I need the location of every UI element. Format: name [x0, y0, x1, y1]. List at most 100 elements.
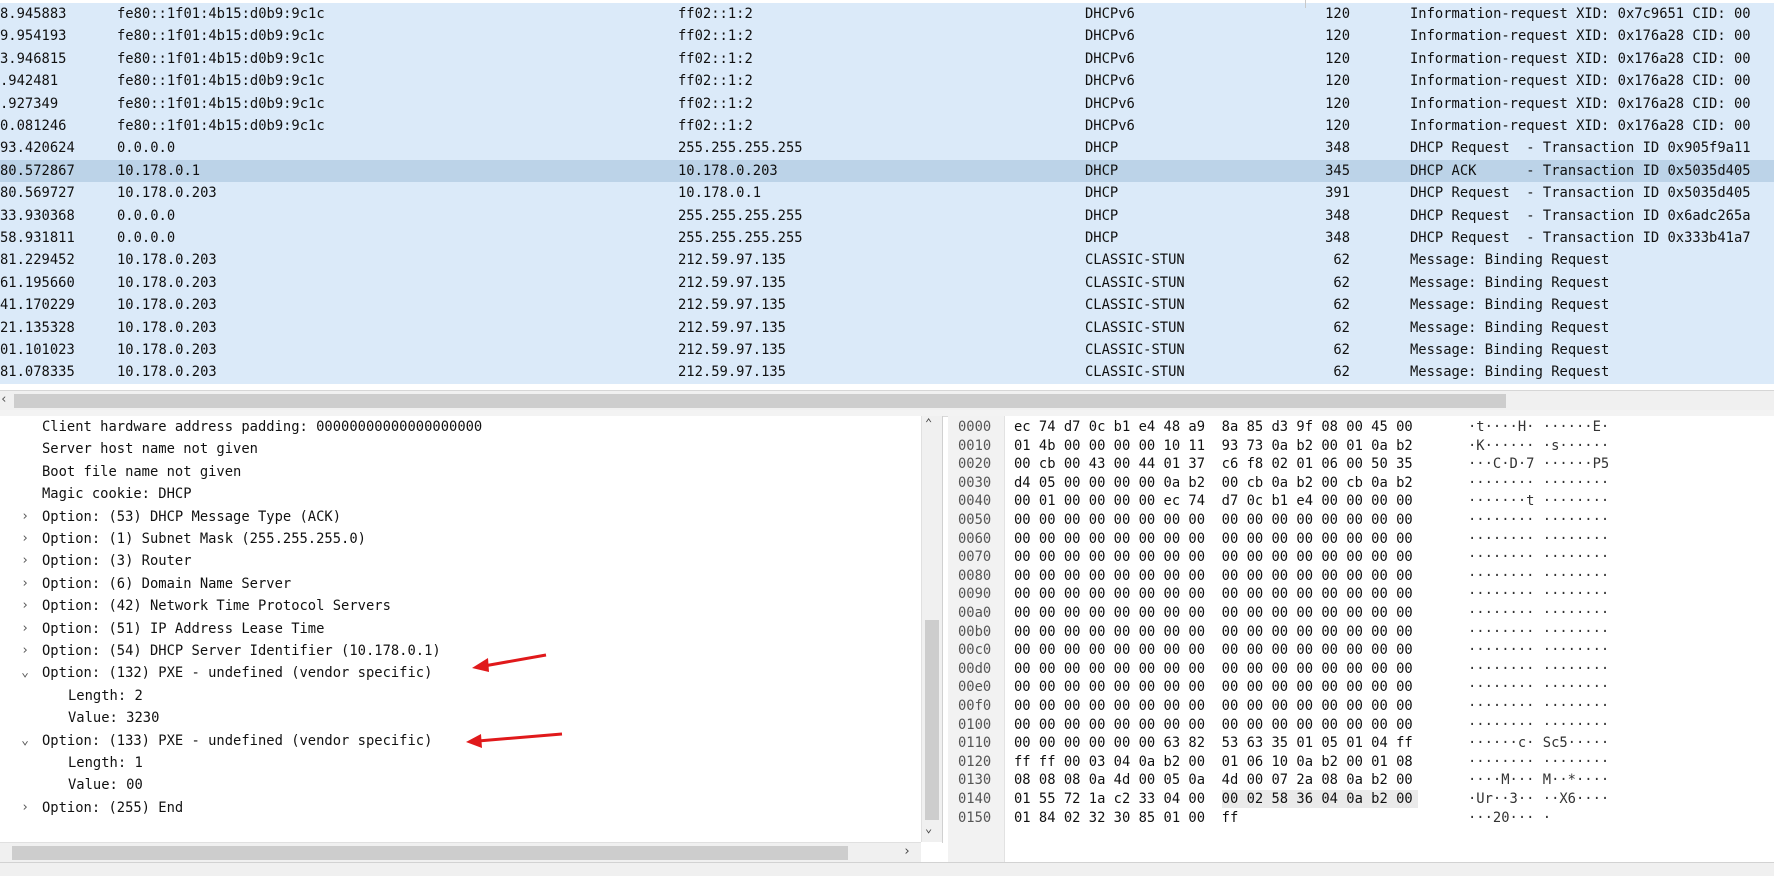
hex-bytes[interactable]: 00 00 00 00 00 00 00 00 00 00 00 00 00 0…: [1014, 697, 1413, 716]
tree-item-field[interactable]: Server host name not given: [42, 438, 258, 460]
hex-bytes[interactable]: 00 00 00 00 00 00 00 00 00 00 00 00 00 0…: [1014, 530, 1413, 549]
tree-item-option[interactable]: Option: (3) Router: [42, 550, 192, 572]
ascii-bytes[interactable]: ········ ········: [1468, 511, 1609, 530]
packet-row[interactable]: 9.954193 fe80::1f01:4b15:d0b9:9c1c ff02::1…: [0, 25, 1774, 48]
ascii-bytes[interactable]: ········ ········: [1468, 604, 1609, 623]
tree-item-field[interactable]: Value: 00: [68, 774, 143, 796]
ascii-bytes[interactable]: ········ ········: [1468, 623, 1609, 642]
tree-item-field[interactable]: Value: 3230: [68, 707, 159, 729]
packet-row[interactable]: 93.420624 0.0.0.0 255.255.255.255 DHCP 348 DH…: [0, 137, 1774, 160]
expanded-chevron-icon[interactable]: ⌄: [18, 662, 32, 684]
tree-item-field[interactable]: Length: 1: [68, 752, 143, 774]
ascii-bytes[interactable]: ········ ········: [1468, 753, 1609, 772]
scrollbar-thumb[interactable]: [14, 394, 1506, 408]
packet-row[interactable]: 61.195660 10.178.0.203 212.59.97.135 CLASSI…: [0, 271, 1774, 295]
hex-bytes[interactable]: 01 84 02 32 30 85 01 00 ff: [1014, 809, 1238, 828]
packet-row[interactable]: 58.931811 0.0.0.0 255.255.255.255 DHCP 348 DH…: [0, 227, 1774, 250]
scroll-right-icon[interactable]: ›: [903, 844, 911, 859]
hex-bytes[interactable]: 00 00 00 00 00 00 00 00 00 00 00 00 00 0…: [1014, 641, 1413, 660]
ascii-bytes[interactable]: ·t····H· ······E·: [1468, 418, 1609, 437]
hex-bytes[interactable]: 00 00 00 00 00 00 00 00 00 00 00 00 00 0…: [1014, 585, 1413, 604]
packet-row[interactable]: 81.078335 10.178.0.203 212.59.97.135 CLASSI…: [0, 361, 1774, 384]
ascii-bytes[interactable]: ········ ········: [1468, 660, 1609, 679]
hex-bytes[interactable]: 00 00 00 00 00 00 63 82 53 63 35 01 05 0…: [1014, 734, 1413, 753]
packet-row[interactable]: 80.569727 10.178.0.203 10.178.0.1 DHCP 391 DH…: [0, 182, 1774, 205]
tree-item-option[interactable]: Option: (42) Network Time Protocol Serve…: [42, 595, 391, 617]
tree-item-option[interactable]: Option: (53) DHCP Message Type (ACK): [42, 506, 341, 528]
collapsed-chevron-icon[interactable]: ›: [18, 595, 32, 617]
ascii-bytes[interactable]: ···20··· ·: [1468, 809, 1551, 828]
tree-item-field[interactable]: Boot file name not given: [42, 461, 241, 483]
ascii-bytes[interactable]: ·K······ ·s······: [1468, 437, 1609, 456]
hex-bytes[interactable]: ff ff 00 03 04 0a b2 00 01 06 10 0a b2 0…: [1014, 753, 1413, 772]
packet-bytes-pane[interactable]: 0000 0010 0020 0030 0040 0050 0060 0070 0080 0090…: [948, 416, 1774, 862]
hex-bytes[interactable]: 00 00 00 00 00 00 00 00 00 00 00 00 00 0…: [1014, 678, 1413, 697]
hex-bytes[interactable]: ec 74 d7 0c b1 e4 48 a9 8a 85 d3 9f 08 0…: [1014, 418, 1413, 437]
packet-row[interactable]: 80.572867 10.178.0.1 10.178.0.203 DHCP 345 DH…: [0, 159, 1774, 183]
hex-bytes[interactable]: 00 00 00 00 00 00 00 00 00 00 00 00 00 0…: [1014, 604, 1413, 623]
column-separator[interactable]: [1305, 0, 1306, 8]
ascii-bytes[interactable]: ········ ········: [1468, 567, 1609, 586]
tree-item-option[interactable]: Option: (255) End: [42, 797, 183, 819]
hex-bytes[interactable]: 00 00 00 00 00 00 00 00 00 00 00 00 00 0…: [1014, 567, 1413, 586]
expanded-chevron-icon[interactable]: ⌄: [18, 730, 32, 752]
hex-bytes[interactable]: 00 00 00 00 00 00 00 00 00 00 00 00 00 0…: [1014, 716, 1413, 735]
scrollbar-thumb[interactable]: [925, 620, 939, 820]
hex-bytes[interactable]: 00 01 00 00 00 00 ec 74 d7 0c b1 e4 00 0…: [1014, 492, 1413, 511]
hex-bytes[interactable]: 00 00 00 00 00 00 00 00 00 00 00 00 00 0…: [1014, 623, 1413, 642]
ascii-bytes[interactable]: ········ ········: [1468, 716, 1609, 735]
tree-item-option[interactable]: Option: (133) PXE - undefined (vendor sp…: [42, 730, 432, 752]
hex-bytes[interactable]: 00 00 00 00 00 00 00 00 00 00 00 00 00 0…: [1014, 548, 1413, 567]
tree-item-field[interactable]: Length: 2: [68, 685, 143, 707]
ascii-bytes[interactable]: ········ ········: [1468, 678, 1609, 697]
hex-bytes[interactable]: 01 55 72 1a c2 33 04 00 00 02 58 36 04 0…: [1014, 790, 1413, 809]
ascii-bytes[interactable]: ········ ········: [1468, 585, 1609, 604]
packet-row[interactable]: 21.135328 10.178.0.203 212.59.97.135 CLASSI…: [0, 316, 1774, 339]
tree-item-option[interactable]: Option: (6) Domain Name Server: [42, 573, 291, 595]
collapsed-chevron-icon[interactable]: ›: [18, 506, 32, 528]
details-vertical-scrollbar[interactable]: ⌃ ⌄: [921, 416, 942, 842]
packet-row[interactable]: 41.170229 10.178.0.203 212.59.97.135 CLASSI…: [0, 294, 1774, 317]
tree-item-field[interactable]: Client hardware address padding: 0000000…: [42, 416, 482, 438]
ascii-bytes[interactable]: ········ ········: [1468, 641, 1609, 660]
packet-list[interactable]: 8.945883 fe80::1f01:4b15:d0b9:9c1c ff02::1…: [0, 0, 1774, 392]
scroll-left-icon[interactable]: ‹: [0, 392, 8, 407]
scroll-up-icon[interactable]: ⌃: [925, 416, 932, 430]
details-horizontal-scrollbar[interactable]: ›: [0, 842, 921, 863]
tree-item-option[interactable]: Option: (54) DHCP Server Identifier (10.…: [42, 640, 441, 662]
hex-bytes[interactable]: d4 05 00 00 00 00 0a b2 00 cb 0a b2 00 c…: [1014, 474, 1413, 493]
packet-row[interactable]: 81.229452 10.178.0.203 212.59.97.135 CLASSI…: [0, 249, 1774, 272]
hex-bytes[interactable]: 01 4b 00 00 00 00 10 11 93 73 0a b2 00 0…: [1014, 437, 1413, 456]
ascii-bytes[interactable]: ······c· Sc5·····: [1468, 734, 1609, 753]
collapsed-chevron-icon[interactable]: ›: [18, 528, 32, 550]
packet-row[interactable]: 8.945883 fe80::1f01:4b15:d0b9:9c1c ff02::1…: [0, 3, 1774, 26]
packet-row[interactable]: 3.946815 fe80::1f01:4b15:d0b9:9c1c ff02::1…: [0, 47, 1774, 71]
packet-row[interactable]: 0.081246 fe80::1f01:4b15:d0b9:9c1c ff02::1…: [0, 115, 1774, 138]
collapsed-chevron-icon[interactable]: ›: [18, 573, 32, 595]
tree-item-field[interactable]: Magic cookie: DHCP: [42, 483, 192, 505]
packet-row[interactable]: 01.101023 10.178.0.203 212.59.97.135 CLASSI…: [0, 339, 1774, 362]
tree-item-option[interactable]: Option: (51) IP Address Lease Time: [42, 618, 324, 640]
ascii-bytes[interactable]: ········ ········: [1468, 697, 1609, 716]
packet-row[interactable]: .942481 fe80::1f01:4b15:d0b9:9c1c ff02::1:…: [0, 70, 1774, 93]
packet-row[interactable]: 33.930368 0.0.0.0 255.255.255.255 DHCP 348 DH…: [0, 204, 1774, 227]
hex-bytes[interactable]: 00 00 00 00 00 00 00 00 00 00 00 00 00 0…: [1014, 511, 1413, 530]
tree-item-option[interactable]: Option: (132) PXE - undefined (vendor sp…: [42, 662, 432, 684]
collapsed-chevron-icon[interactable]: ›: [18, 797, 32, 819]
ascii-bytes[interactable]: ····M··· M··*····: [1468, 771, 1609, 790]
hex-bytes[interactable]: 00 00 00 00 00 00 00 00 00 00 00 00 00 0…: [1014, 660, 1413, 679]
hex-bytes[interactable]: 08 08 08 0a 4d 00 05 0a 4d 00 07 2a 08 0…: [1014, 771, 1413, 790]
hex-bytes[interactable]: 00 cb 00 43 00 44 01 37 c6 f8 02 01 06 0…: [1014, 455, 1413, 474]
collapsed-chevron-icon[interactable]: ›: [18, 550, 32, 572]
collapsed-chevron-icon[interactable]: ›: [18, 618, 32, 640]
collapsed-chevron-icon[interactable]: ›: [18, 640, 32, 662]
ascii-bytes[interactable]: ·Ur··3·· ··X6····: [1468, 790, 1609, 809]
packet-list-horizontal-scrollbar[interactable]: ‹: [0, 390, 1774, 411]
packet-details-tree[interactable]: Client hardware address padding: 0000000…: [0, 416, 943, 843]
packet-row[interactable]: .927349 fe80::1f01:4b15:d0b9:9c1c ff02::1:…: [0, 92, 1774, 115]
ascii-bytes[interactable]: ········ ········: [1468, 530, 1609, 549]
ascii-bytes[interactable]: ········ ········: [1468, 474, 1609, 493]
ascii-bytes[interactable]: ·······t ········: [1468, 492, 1609, 511]
ascii-bytes[interactable]: ········ ········: [1468, 548, 1609, 567]
tree-item-option[interactable]: Option: (1) Subnet Mask (255.255.255.0): [42, 528, 366, 550]
